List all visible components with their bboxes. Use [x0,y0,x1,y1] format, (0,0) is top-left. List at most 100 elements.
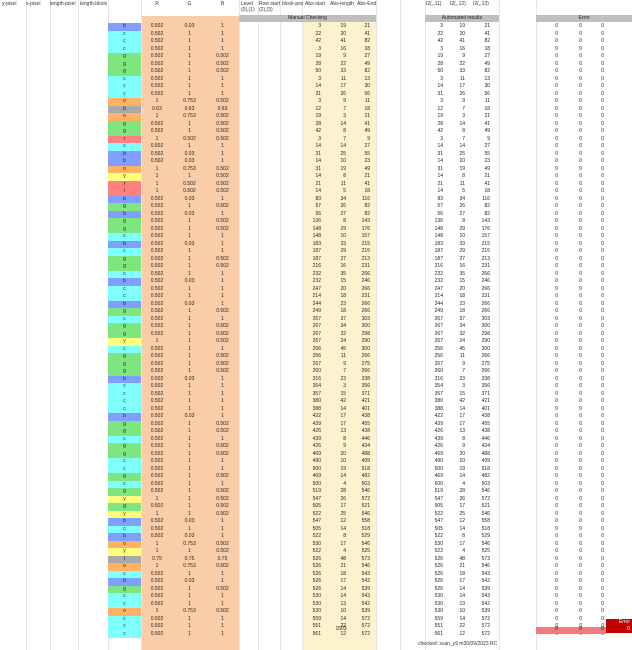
auto-end-cell[interactable]: 23 [470,158,492,166]
header-i2-13[interactable]: I2(,,13) [471,1,497,9]
abs-end-cell[interactable]: 116 [350,196,372,204]
abs-length-cell[interactable]: 45 [326,346,348,354]
abs-start-cell[interactable]: 388 [303,406,323,414]
error-cell[interactable]: 0 [536,368,560,376]
auto-length-cell[interactable]: 15 [447,391,467,399]
abs-end-cell[interactable]: 213 [350,256,372,264]
g-value-cell[interactable]: 0.03 [173,376,206,384]
error-cell[interactable]: 0 [536,53,560,61]
abs-end-cell[interactable]: 266 [350,368,372,376]
colour-code-cell[interactable]: c [108,593,141,601]
error-cell[interactable]: 0 [584,548,606,556]
error-cell[interactable]: 0 [536,331,560,339]
abs-start-cell[interactable]: 530 [303,601,323,609]
auto-length-cell[interactable]: 35 [447,271,467,279]
abs-end-cell[interactable]: 446 [350,436,372,444]
error-cell[interactable]: 0 [536,76,560,84]
auto-start-cell[interactable]: 522 [425,511,445,519]
colour-code-cell[interactable]: g [108,128,141,136]
abs-length-cell[interactable]: 29 [326,248,348,256]
auto-end-cell[interactable]: 266 [470,308,492,316]
abs-start-cell[interactable]: 3 [303,76,323,84]
colour-code-cell[interactable]: r [108,188,141,196]
r-value-cell[interactable]: 1 [141,541,173,549]
b-value-cell[interactable]: 1 [206,346,239,354]
error-summary-2[interactable]: 0 [560,626,584,634]
auto-length-cell[interactable]: 13 [447,601,467,609]
error-cell[interactable]: 0 [584,413,606,421]
error-cell[interactable]: 0 [536,91,560,99]
g-value-cell[interactable]: 1 [173,466,206,474]
auto-end-cell[interactable]: 49 [470,166,492,174]
g-value-cell[interactable]: 0.753 [173,541,206,549]
abs-end-cell[interactable]: 543 [350,593,372,601]
error-cell[interactable]: 0 [536,383,560,391]
abs-length-cell[interactable]: 14 [326,586,348,594]
abs-length-cell[interactable]: 14 [326,406,348,414]
abs-start-cell[interactable]: 3 [303,98,323,106]
abs-length-cell[interactable]: 28 [326,488,348,496]
auto-start-cell[interactable]: 232 [425,271,445,279]
error-cell[interactable]: 0 [560,271,584,279]
auto-start-cell[interactable]: 232 [425,278,445,286]
colour-code-cell[interactable]: c [108,570,141,578]
auto-start-cell[interactable]: 249 [425,308,445,316]
g-value-cell[interactable]: 1 [173,263,206,271]
error-cell[interactable]: 0 [560,428,584,436]
abs-start-cell[interactable]: 426 [303,443,323,451]
abs-end-cell[interactable]: 546 [350,511,372,519]
colour-code-cell[interactable]: b [108,278,141,286]
auto-end-cell[interactable]: 56 [470,91,492,99]
auto-end-cell[interactable]: 143 [470,218,492,226]
r-value-cell[interactable]: 0.502 [141,398,173,406]
header-abs-length[interactable]: Abs-length [328,1,356,9]
auto-end-cell[interactable]: 518 [470,466,492,474]
colour-code-cell[interactable]: b [108,158,141,166]
abs-end-cell[interactable]: 488 [350,451,372,459]
error-cell[interactable]: 0 [560,31,584,39]
colour-code-cell[interactable]: c [108,45,141,53]
abs-start-cell[interactable]: 19 [303,113,323,121]
auto-start-cell[interactable]: 21 [425,181,445,189]
abs-end-cell[interactable]: 49 [350,128,372,136]
b-value-cell[interactable]: 0.502 [206,586,239,594]
error-cell[interactable]: 0 [560,113,584,121]
error-cell[interactable]: 0 [584,616,606,624]
error-cell[interactable]: 0 [584,346,606,354]
abs-end-cell[interactable]: 266 [350,271,372,279]
b-value-cell[interactable]: 0.502 [206,488,239,496]
abs-start-cell[interactable]: 519 [303,488,323,496]
abs-end-cell[interactable]: 82 [350,38,372,46]
error-cell[interactable]: 0 [560,241,584,249]
error-cell[interactable]: 0 [536,338,560,346]
abs-end-cell[interactable]: 438 [350,428,372,436]
spreadsheet-grid[interactable]: y-pixel x-pixel length-pixel length-bloc… [0,0,632,650]
abs-end-cell[interactable]: 266 [350,301,372,309]
auto-end-cell[interactable]: 275 [470,361,492,369]
auto-start-cell[interactable]: 31 [425,166,445,174]
abs-end-cell[interactable]: 21 [350,173,372,181]
auto-start-cell[interactable]: 14 [425,158,445,166]
auto-end-cell[interactable]: 499 [470,458,492,466]
auto-start-cell[interactable]: 526 [425,578,445,586]
auto-start-cell[interactable]: 526 [425,571,445,579]
abs-end-cell[interactable]: 356 [350,383,372,391]
colour-code-cell[interactable]: c [108,345,141,353]
g-value-cell[interactable]: 0.75 [173,556,206,564]
auto-length-cell[interactable]: 14 [447,616,467,624]
g-value-cell[interactable]: 1 [173,361,206,369]
b-value-cell[interactable]: 1 [206,31,239,39]
colour-code-cell[interactable]: c [108,480,141,488]
auto-length-cell[interactable]: 8 [447,218,467,226]
error-cell[interactable]: 0 [560,196,584,204]
error-cell[interactable]: 0 [560,616,584,624]
auto-length-cell[interactable]: 24 [447,338,467,346]
auto-end-cell[interactable]: 21 [470,173,492,181]
b-value-cell[interactable]: 0.502 [206,473,239,481]
error-cell[interactable]: 0 [536,143,560,151]
error-cell[interactable]: 0 [560,413,584,421]
abs-length-cell[interactable]: 15 [326,391,348,399]
abs-end-cell[interactable]: 41 [350,31,372,39]
r-value-cell[interactable]: 1 [141,563,173,571]
error-cell[interactable]: 0 [560,121,584,129]
